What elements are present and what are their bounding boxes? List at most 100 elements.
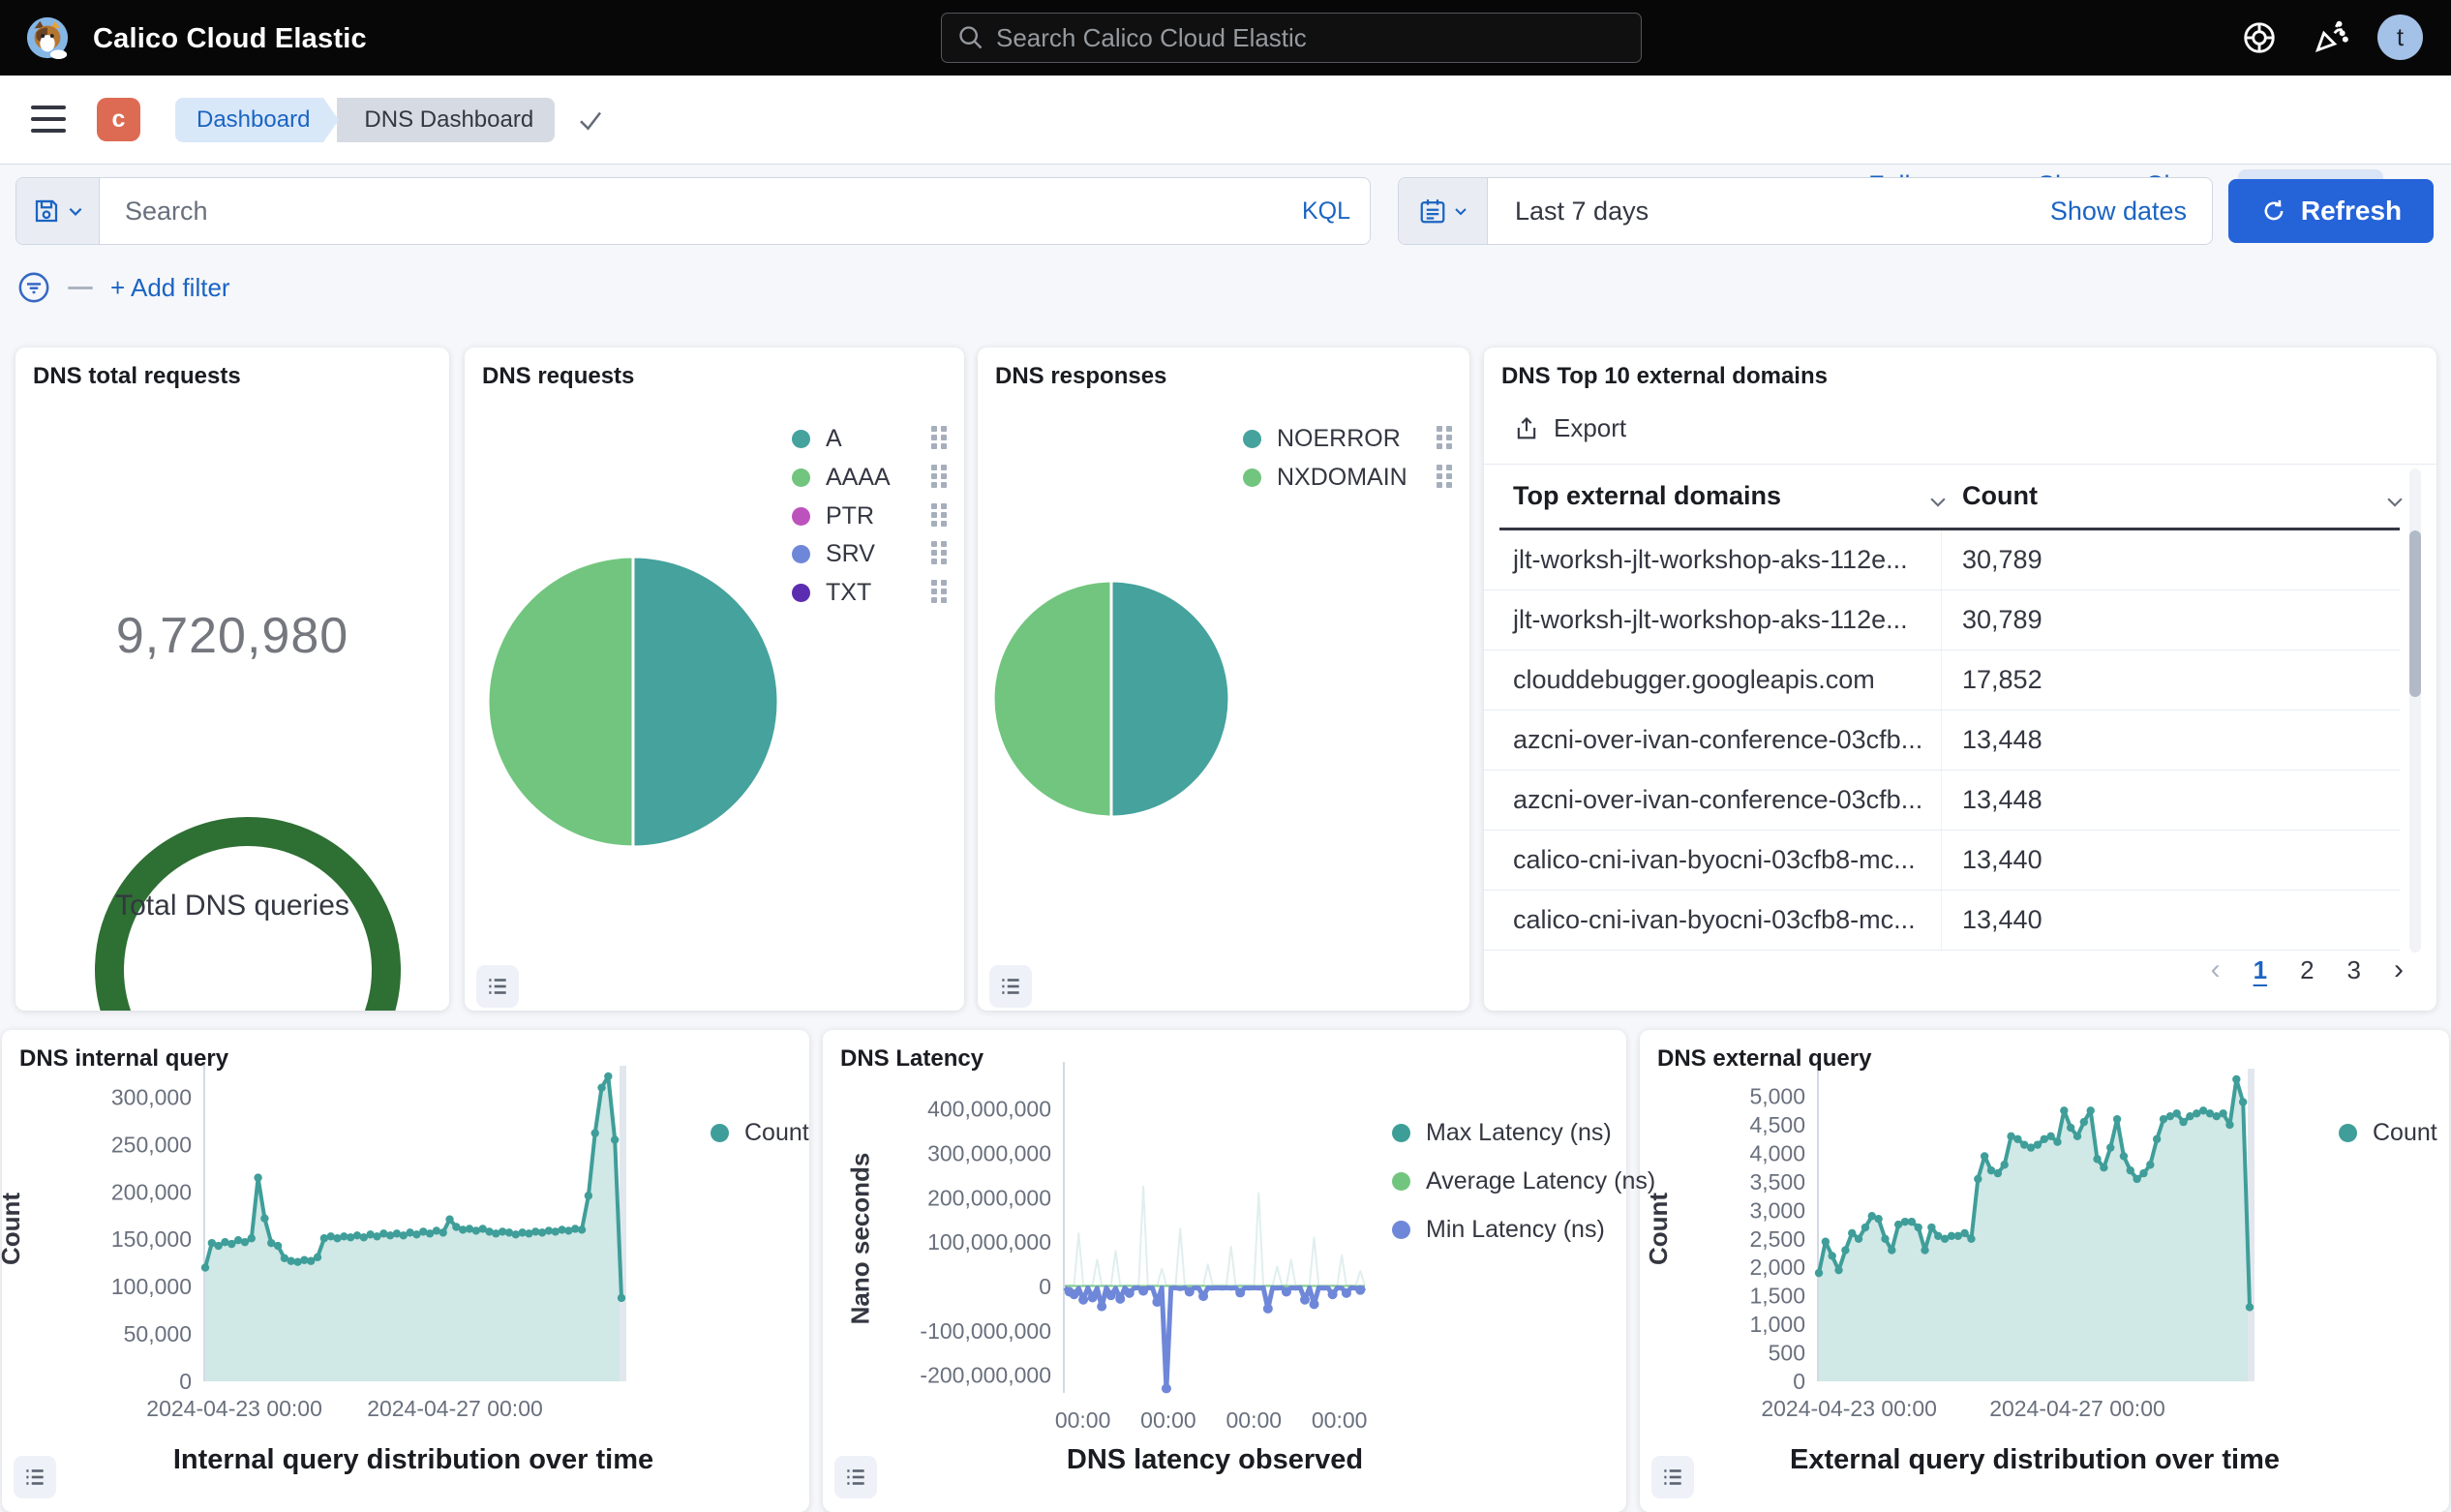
divider: [1484, 464, 2436, 465]
svg-text:50,000: 50,000: [124, 1321, 192, 1346]
breadcrumb-current[interactable]: DNS Dashboard: [337, 98, 555, 142]
calendar-icon: [1418, 197, 1447, 226]
kql-search-placeholder: Search: [125, 197, 208, 227]
kql-search-input[interactable]: Search: [100, 178, 1283, 244]
svg-text:0: 0: [1793, 1369, 1805, 1394]
space-badge[interactable]: c: [97, 98, 140, 141]
domain-cell: azcni-over-ivan-conference-03cfb...: [1513, 725, 1922, 755]
pagination: ‹ 1 2 3 ›: [2211, 953, 2404, 986]
svg-text:-100,000,000: -100,000,000: [920, 1318, 1051, 1344]
svg-text:00:00: 00:00: [1055, 1407, 1111, 1433]
filter-icon[interactable]: [17, 271, 50, 304]
time-range-value[interactable]: Last 7 days: [1488, 178, 2025, 244]
global-search-placeholder: Search Calico Cloud Elastic: [996, 23, 1307, 53]
y-axis-title: Count: [1644, 1193, 1674, 1265]
legend-item[interactable]: SRV: [792, 538, 875, 569]
drag-handle-icon[interactable]: [931, 541, 947, 566]
whats-new-icon[interactable]: [2312, 19, 2348, 56]
sort-chevron-icon[interactable]: [1927, 491, 1949, 512]
saved-query-menu-button[interactable]: [16, 178, 100, 244]
export-button[interactable]: Export: [1513, 413, 1626, 443]
legend-toggle-button[interactable]: [1651, 1456, 1694, 1498]
page-button-1[interactable]: 1: [2254, 955, 2267, 985]
legend-item[interactable]: Count: [711, 1117, 809, 1148]
area-chart[interactable]: 05001,0001,5002,0002,5003,0003,5004,0004…: [1640, 1030, 2449, 1512]
area-chart[interactable]: 050,000100,000150,000200,000250,000300,0…: [2, 1030, 809, 1512]
legend-label: Min Latency (ns): [1426, 1216, 1605, 1244]
count-cell: 13,448: [1962, 725, 2042, 755]
legend-toggle-button[interactable]: [989, 965, 1032, 1008]
panel-title: DNS responses: [995, 363, 1166, 390]
legend-label: A: [826, 425, 842, 453]
legend-label: TXT: [826, 579, 871, 607]
page-button-3[interactable]: 3: [2347, 955, 2361, 985]
legend-item[interactable]: Min Latency (ns): [1392, 1214, 1605, 1245]
legend-dot: [792, 507, 810, 526]
legend-item[interactable]: A: [792, 423, 842, 454]
svg-text:1,000: 1,000: [1749, 1312, 1805, 1337]
table-row[interactable]: clouddebugger.googleapis.com17,852: [1484, 650, 2400, 711]
legend-toggle-button[interactable]: [834, 1456, 877, 1498]
help-icon[interactable]: [2241, 19, 2278, 56]
table-row[interactable]: azcni-over-ivan-conference-03cfb... 13,44…: [1484, 711, 2400, 771]
avatar-initial: t: [2397, 22, 2404, 52]
show-dates-button[interactable]: Show dates: [2025, 178, 2212, 244]
count-cell: 30,789: [1962, 605, 2042, 635]
legend-dot: [1392, 1172, 1410, 1191]
next-page-button[interactable]: ›: [2394, 953, 2404, 986]
table-row[interactable]: jlt-worksh-jlt-workshop-aks-112e...30,78…: [1484, 530, 2400, 590]
legend-item[interactable]: Average Latency (ns): [1392, 1165, 1655, 1196]
sort-chevron-icon[interactable]: [2384, 491, 2406, 512]
drag-handle-icon[interactable]: [1437, 426, 1452, 451]
svg-text:4,500: 4,500: [1749, 1112, 1805, 1137]
domain-cell: clouddebugger.googleapis.com: [1513, 665, 1875, 695]
space-badge-letter: c: [112, 106, 126, 134]
line-chart[interactable]: -200,000,000-100,000,0000100,000,000200,…: [823, 1030, 1626, 1512]
table-row[interactable]: calico-cni-ivan-byocni-03cfb8-mc...13,44…: [1484, 831, 2400, 891]
drag-handle-icon[interactable]: [931, 503, 947, 529]
filter-divider: [68, 287, 93, 289]
drag-handle-icon[interactable]: [1437, 465, 1452, 490]
breadcrumb-bar: c Dashboard DNS Dashboard Full screen Sh…: [0, 76, 2451, 165]
legend-item[interactable]: TXT: [792, 577, 871, 608]
global-search-input[interactable]: Search Calico Cloud Elastic: [941, 13, 1642, 63]
legend-label: Max Latency (ns): [1426, 1119, 1612, 1147]
table-row[interactable]: azcni-over-ivan-conference-03cfb...13,44…: [1484, 771, 2400, 831]
list-icon: [998, 974, 1023, 999]
page-button-2[interactable]: 2: [2300, 955, 2314, 985]
legend-item[interactable]: NOERROR: [1243, 423, 1401, 454]
legend-item[interactable]: Max Latency (ns): [1392, 1117, 1612, 1148]
legend-item[interactable]: PTR: [792, 500, 874, 531]
kql-syntax-button[interactable]: KQL: [1283, 178, 1370, 244]
table-row[interactable]: jlt-worksh-jlt-workshop-aks-112e...30,78…: [1484, 590, 2400, 650]
legend-toggle-button[interactable]: [476, 965, 519, 1008]
time-quick-menu-button[interactable]: [1399, 178, 1488, 244]
user-avatar[interactable]: t: [2377, 15, 2423, 60]
legend-item[interactable]: NXDOMAIN: [1243, 462, 1407, 493]
panel-title: DNS total requests: [33, 363, 241, 390]
previous-page-button[interactable]: ‹: [2211, 953, 2221, 986]
svg-text:300,000,000: 300,000,000: [927, 1141, 1051, 1166]
table-row[interactable]: calico-cni-ivan-byocni-03cfb8-mc...13,44…: [1484, 891, 2400, 951]
legend-label: NXDOMAIN: [1277, 464, 1407, 492]
add-filter-button[interactable]: + Add filter: [110, 273, 230, 303]
column-header-count[interactable]: Count: [1962, 481, 2038, 511]
legend-item[interactable]: Count: [2339, 1117, 2437, 1148]
pie-chart[interactable]: [465, 348, 964, 1011]
legend-toggle-button[interactable]: [14, 1456, 56, 1498]
refresh-button[interactable]: Refresh: [2228, 179, 2434, 243]
svg-text:100,000: 100,000: [111, 1274, 192, 1299]
domain-cell: azcni-over-ivan-conference-03cfb...: [1513, 785, 1922, 815]
menu-icon[interactable]: [31, 102, 66, 136]
drag-handle-icon[interactable]: [931, 426, 947, 451]
column-header-domains[interactable]: Top external domains: [1513, 481, 1781, 511]
breadcrumb-dashboard[interactable]: Dashboard: [175, 98, 323, 142]
domain-cell: jlt-worksh-jlt-workshop-aks-112e...: [1513, 545, 1908, 575]
calico-logo-icon[interactable]: [25, 15, 70, 60]
drag-handle-icon[interactable]: [931, 580, 947, 605]
drag-handle-icon[interactable]: [931, 465, 947, 490]
scrollbar-thumb[interactable]: [2409, 530, 2421, 697]
scrollbar-track[interactable]: [2409, 469, 2421, 953]
svg-text:500: 500: [1769, 1341, 1805, 1366]
legend-item[interactable]: AAAA: [792, 462, 891, 493]
